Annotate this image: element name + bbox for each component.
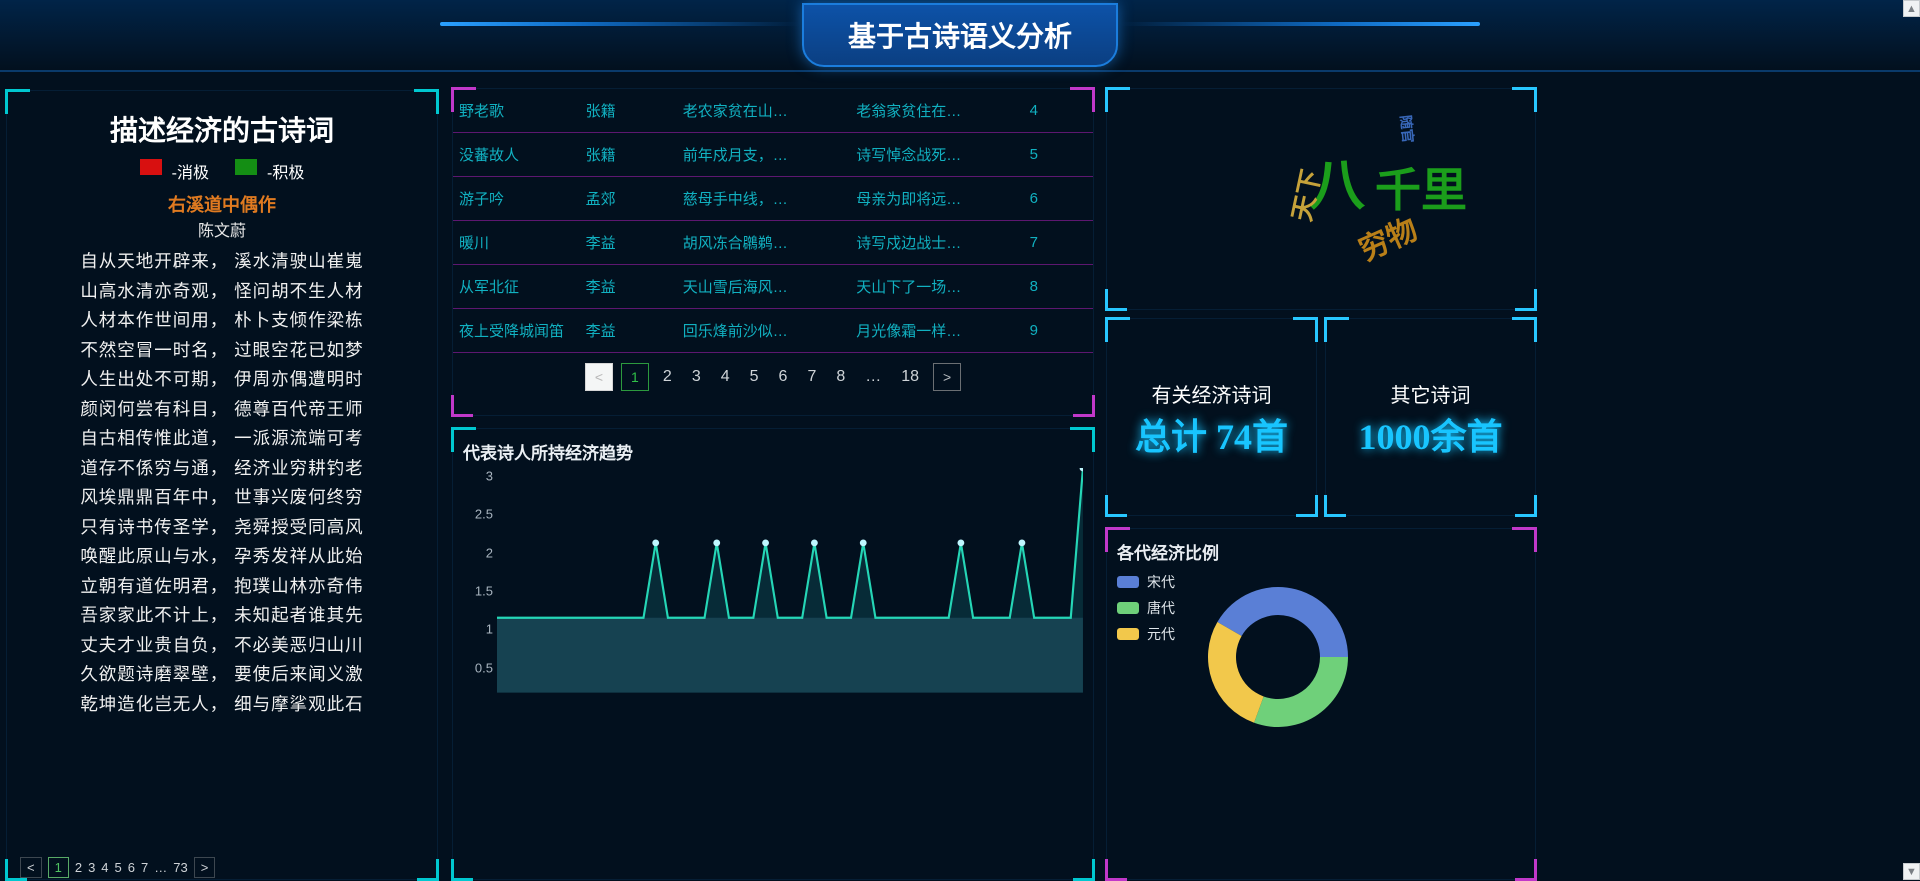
mini-prev[interactable]: <	[20, 857, 42, 878]
stat-other-value: 1000余首	[1326, 408, 1535, 460]
mini-page-7[interactable]: 7	[141, 860, 148, 875]
mini-page-73[interactable]: 73	[173, 860, 187, 875]
mini-page-…[interactable]: …	[154, 860, 167, 875]
line-chart	[497, 468, 1083, 693]
stat-econ-label: 有关经济诗词	[1107, 379, 1316, 408]
page-title: 基于古诗语义分析	[802, 3, 1118, 67]
sentiment-legend: -消极 -积极	[17, 159, 427, 183]
pie-title: 各代经济比例	[1117, 539, 1525, 564]
stat-econ: 有关经济诗词 总计 74首	[1106, 318, 1317, 516]
legend-positive-label: -积极	[267, 159, 304, 183]
page-3[interactable]: 3	[686, 368, 707, 386]
legend-positive-swatch	[235, 159, 257, 175]
page-prev[interactable]: <	[585, 363, 613, 391]
poem-panel: 描述经济的古诗词 -消极 -积极 右溪道中偶作 陈文蔚 自从天地开辟来， 溪水清…	[6, 90, 438, 880]
stat-other: 其它诗词 1000余首	[1325, 318, 1536, 516]
poem-table: 野老歌张籍老农家贫在山…老翁家贫住在…4 没蕃故人张籍前年戍月支，…诗写悼念战死…	[453, 89, 1093, 353]
scroll-up-icon[interactable]: ▲	[1903, 0, 1920, 17]
wordcloud-panel: 八千里穷物天下随官	[1106, 88, 1536, 310]
page-18[interactable]: 18	[895, 368, 925, 386]
stat-row: 有关经济诗词 总计 74首 其它诗词 1000余首	[1106, 318, 1536, 516]
pie-panel: 各代经济比例 宋代 唐代 元代	[1106, 528, 1536, 880]
pie-legend-item[interactable]: 唐代	[1117, 598, 1175, 618]
page-8[interactable]: 8	[830, 368, 851, 386]
page-2[interactable]: 2	[657, 368, 678, 386]
pie-legend-item[interactable]: 宋代	[1117, 572, 1175, 592]
mini-page-1[interactable]: 1	[48, 857, 69, 878]
wordcloud-word[interactable]: 千里	[1375, 154, 1467, 220]
stat-econ-value: 总计 74首	[1107, 408, 1316, 460]
page-header: 基于古诗语义分析	[0, 0, 1920, 72]
table-row[interactable]: 没蕃故人张籍前年戍月支，…诗写悼念战死…5	[453, 133, 1093, 177]
pie-legend: 宋代 唐代 元代	[1117, 572, 1175, 644]
chart-title: 代表诗人所持经济趋势	[463, 439, 1083, 464]
poem-table-panel: 野老歌张籍老农家贫在山…老翁家贫住在…4 没蕃故人张籍前年戍月支，…诗写悼念战死…	[452, 88, 1094, 416]
mini-page-6[interactable]: 6	[128, 860, 135, 875]
chart-area: 0.511.522.53	[497, 468, 1083, 698]
table-row[interactable]: 野老歌张籍老农家贫在山…老翁家贫住在…4	[453, 89, 1093, 133]
table-row[interactable]: 游子吟孟郊慈母手中线，…母亲为即将远…6	[453, 177, 1093, 221]
page-1[interactable]: 1	[621, 363, 649, 391]
table-row[interactable]: 从军北征李益天山雪后海风…天山下了一场…8	[453, 265, 1093, 309]
table-row[interactable]: 暖川李益胡风冻合鸊鹈…诗写戍边战士…7	[453, 221, 1093, 265]
scroll-down-icon[interactable]: ▼	[1903, 863, 1920, 880]
donut-chart	[1193, 572, 1363, 742]
mini-page-3[interactable]: 3	[88, 860, 95, 875]
page-5[interactable]: 5	[744, 368, 765, 386]
pie-legend-item[interactable]: 元代	[1117, 624, 1175, 644]
mini-page-5[interactable]: 5	[115, 860, 122, 875]
legend-negative-swatch	[140, 159, 162, 175]
page-7[interactable]: 7	[801, 368, 822, 386]
mini-page-2[interactable]: 2	[75, 860, 82, 875]
poem-author: 陈文蔚	[17, 217, 427, 241]
mini-page-4[interactable]: 4	[101, 860, 108, 875]
page-6[interactable]: 6	[773, 368, 794, 386]
table-row[interactable]: 夜上受降城闻笛李益回乐烽前沙似…月光像霜一样…9	[453, 309, 1093, 353]
poem-body: 自从天地开辟来， 溪水清驶山崔嵬山高水清亦奇观， 怪问胡不生人材人材本作世间用，…	[17, 247, 427, 719]
page-…[interactable]: …	[859, 368, 887, 386]
page-next[interactable]: >	[933, 363, 961, 391]
legend-negative-label: -消极	[172, 159, 209, 183]
wordcloud-word[interactable]: 随官	[1396, 114, 1419, 144]
table-pager: <12345678 … 18 >	[453, 363, 1093, 391]
mini-next[interactable]: >	[194, 857, 216, 878]
left-title: 描述经济的古诗词	[17, 109, 427, 149]
poem-title: 右溪道中偶作	[17, 191, 427, 217]
page-4[interactable]: 4	[715, 368, 736, 386]
wordcloud: 八千里穷物天下随官	[1107, 89, 1535, 309]
mini-pager: <1234567 … 73 >	[20, 857, 215, 878]
stat-other-label: 其它诗词	[1326, 379, 1535, 408]
trend-chart-panel: 代表诗人所持经济趋势 0.511.522.53	[452, 428, 1094, 880]
